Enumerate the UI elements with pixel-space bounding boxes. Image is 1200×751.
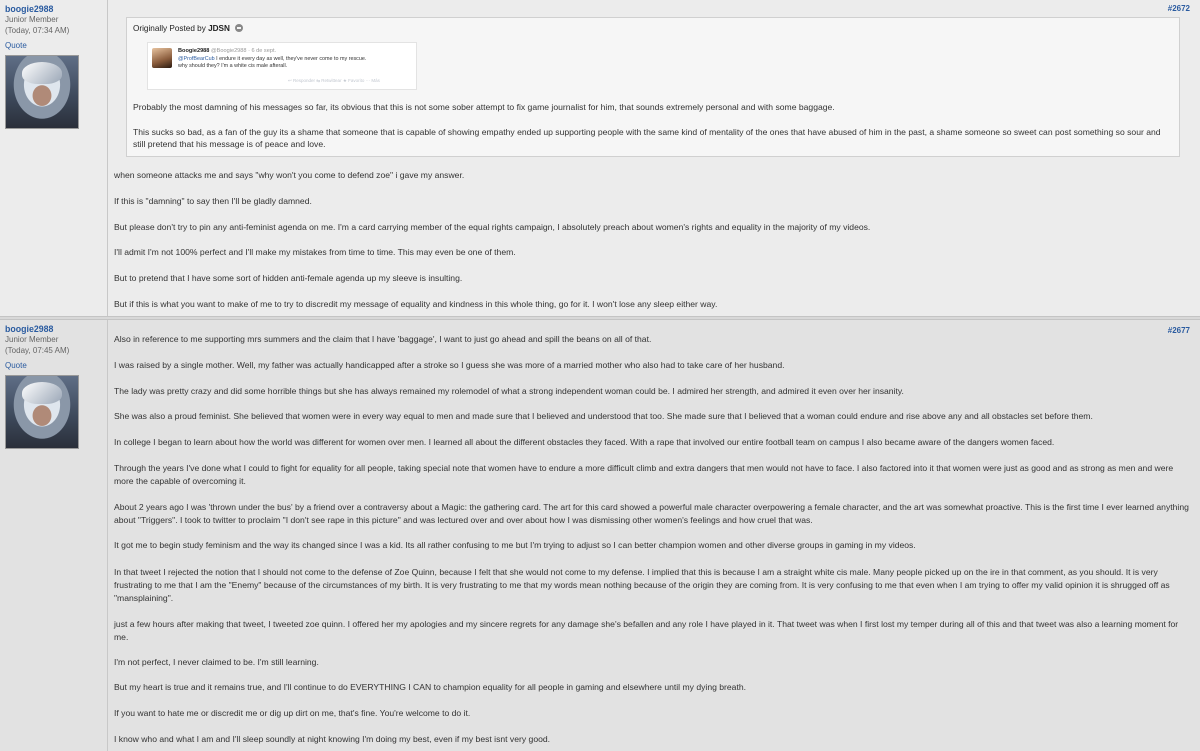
username-link[interactable]: boogie2988 (5, 324, 107, 334)
post-number-link[interactable]: #2677 (1168, 326, 1190, 335)
user-title: Junior Member (5, 15, 59, 24)
tweet-text-line1: I endure it every day as well, they've n… (214, 56, 367, 62)
avatar[interactable] (5, 55, 79, 129)
post-paragraph: If this is "damning" to say then I'll be… (114, 196, 312, 206)
tweet-mention: @ProfBearCub (178, 56, 215, 62)
tweet-author: Boogie2988 @Boogie2988 · 6 de sept. (178, 48, 276, 54)
embedded-tweet-image: Boogie2988 @Boogie2988 · 6 de sept. @Pro… (147, 42, 417, 90)
view-post-icon[interactable] (235, 24, 244, 32)
quote-author: JDSN (208, 24, 230, 33)
post-time: (Today, 07:34 AM) (5, 26, 70, 35)
quote-box: Originally Posted by JDSN Boogie2988 @Bo… (126, 17, 1180, 157)
forum-post: boogie2988 Junior Member (Today, 07:45 A… (0, 319, 1200, 751)
post-paragraph: If you want to hate me or discredit me o… (114, 708, 471, 718)
post-paragraph: In that tweet I rejected the notion that… (114, 567, 1170, 603)
quote-button[interactable]: Quote (5, 41, 107, 50)
quote-button[interactable]: Quote (5, 361, 107, 370)
quote-header: Originally Posted by JDSN (133, 24, 244, 33)
post-paragraph: just a few hours after making that tweet… (114, 619, 1179, 642)
post-paragraph: I'm not perfect, I never claimed to be. … (114, 657, 319, 667)
tweet-actions: ↩ Responder ⇆ Retwittear ★ Favorito ··· … (288, 78, 380, 83)
tweet-name: Boogie2988 (178, 48, 210, 54)
tweet-text: @ProfBearCub I endure it every day as we… (178, 56, 413, 70)
post-paragraph: when someone attacks me and says "why wo… (114, 170, 465, 180)
tweet-text-line2: why should they? I'm a white cis male af… (178, 63, 288, 69)
post-paragraph: Through the years I've done what I could… (114, 463, 1174, 486)
post-paragraph: Also in reference to me supporting mrs s… (114, 334, 652, 344)
post-paragraph: In college I began to learn about how th… (114, 437, 1055, 447)
post-paragraph: About 2 years ago I was 'thrown under th… (114, 502, 1189, 525)
post-number-link[interactable]: #2672 (1168, 4, 1190, 13)
avatar[interactable] (5, 375, 79, 449)
quote-paragraph: Probably the most damning of his message… (133, 102, 835, 112)
post-time: (Today, 07:45 AM) (5, 346, 70, 355)
tweet-handle: @Boogie2988 · 6 de sept. (210, 48, 277, 54)
post-paragraph: But please don't try to pin any anti-fem… (114, 222, 871, 232)
post-paragraph: I know who and what I am and I'll sleep … (114, 734, 551, 744)
quote-paragraph: This sucks so bad, as a fan of the guy i… (133, 127, 1161, 149)
post-paragraph: She was also a proud feminist. She belie… (114, 411, 1093, 421)
post-paragraph: But my heart is true and it remains true… (114, 682, 747, 692)
post-author-sidebar: boogie2988 Junior Member (Today, 07:45 A… (0, 320, 108, 751)
post-paragraph: I'll admit I'm not 100% perfect and I'll… (114, 247, 516, 257)
quote-header-label: Originally Posted by (133, 24, 206, 33)
post-paragraph: But to pretend that I have some sort of … (114, 273, 463, 283)
post-paragraph: It got me to begin study feminism and th… (114, 540, 916, 550)
forum-post: boogie2988 Junior Member (Today, 07:34 A… (0, 0, 1200, 317)
user-title: Junior Member (5, 335, 59, 344)
post-paragraph: But if this is what you want to make of … (114, 299, 718, 309)
post-author-sidebar: boogie2988 Junior Member (Today, 07:34 A… (0, 0, 108, 316)
username-link[interactable]: boogie2988 (5, 4, 107, 14)
post-paragraph: I was raised by a single mother. Well, m… (114, 360, 785, 370)
tweet-avatar (152, 48, 172, 68)
post-paragraph: The lady was pretty crazy and did some h… (114, 386, 904, 396)
